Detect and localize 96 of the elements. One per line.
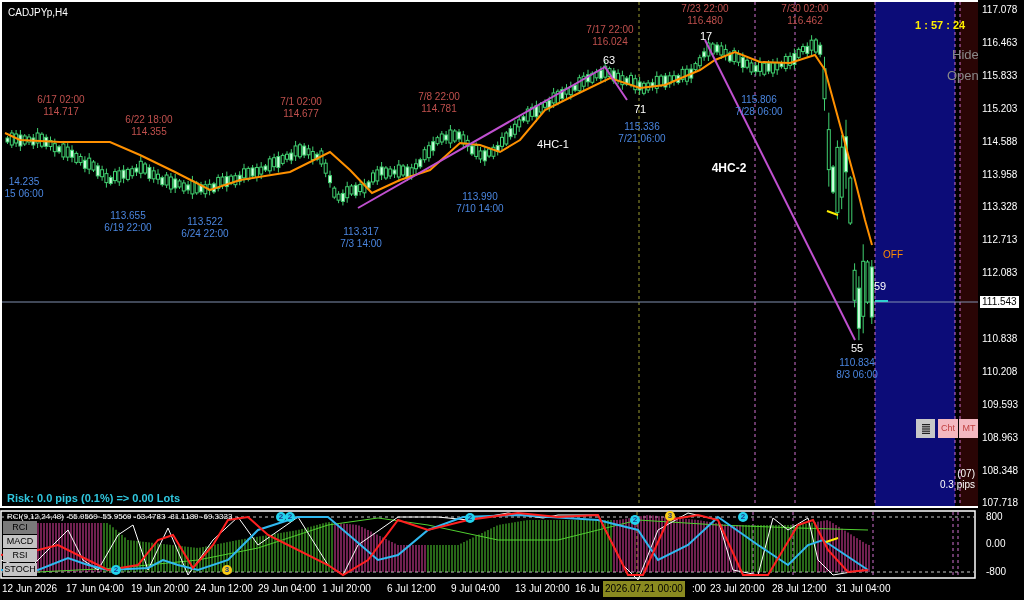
current-price-label: 111.543 xyxy=(980,296,1019,308)
toolbar-button[interactable]: MT xyxy=(959,419,978,438)
price-label: 110.208 xyxy=(981,366,1019,378)
time-label: 28 Jul 12:00 xyxy=(772,584,827,594)
swing-date: 7/21 06:00 xyxy=(618,133,666,145)
price-label: 110.838 xyxy=(981,333,1019,345)
spread-code: (07) xyxy=(957,468,975,479)
time-label: 24 Jun 12:00 xyxy=(195,584,253,594)
swing-price: 113.317 xyxy=(343,226,379,238)
swing-date: 6/22 18:00 xyxy=(125,114,173,126)
spread-value: 0.3 pips xyxy=(939,479,975,490)
status-label: OFF xyxy=(883,250,903,260)
price-label: 112.713 xyxy=(981,234,1019,246)
signal-marker: 3 xyxy=(222,565,232,575)
cursor-time-label: 2026.07.21 00:00 xyxy=(603,581,685,597)
risk-summary: Risk: 0.0 pips (0.1%) => 0.00 Lots xyxy=(7,493,180,504)
swing-price: 113.655 xyxy=(110,210,146,222)
price-label: 108.348 xyxy=(981,465,1020,477)
swing-date: 7/3 14:00 xyxy=(340,238,382,250)
swing-date: 7/8 22:00 xyxy=(418,91,460,103)
swing-date: 7/17 22:00 xyxy=(586,24,634,36)
swing-date: 8/3 06:00 xyxy=(836,369,878,381)
indicator-scale-label: 800 xyxy=(986,511,1003,523)
signal-marker: 2 xyxy=(630,515,640,525)
price-label: 116.463 xyxy=(981,37,1019,49)
indicator-tab[interactable]: STOCH xyxy=(3,563,37,576)
time-label: 29 Jun 04:00 xyxy=(258,584,316,594)
price-label: 117.078 xyxy=(981,4,1019,16)
signal-marker: 2 xyxy=(738,512,748,522)
signal-marker: 3 xyxy=(665,511,675,521)
wave-count: 71 xyxy=(633,104,647,115)
indicator-legend: RCI(9,12,24,48) -55.9569 -55.9569 -63.4783 -81.1189 -69.3333 xyxy=(7,513,233,521)
price-label: 114.588 xyxy=(981,136,1019,148)
list-icon xyxy=(920,422,931,435)
time-label: 9 Jul 04:00 xyxy=(451,584,500,594)
swing-date: 6/17 02:00 xyxy=(37,94,85,106)
pattern-label: 4HC-2 xyxy=(711,162,747,174)
time-label: 31 Jul 04:00 xyxy=(836,584,891,594)
time-label: 13 Jul 20:00 xyxy=(515,584,570,594)
marker-line xyxy=(826,210,839,216)
wave-count: 17 xyxy=(699,31,713,42)
price-label: 109.593 xyxy=(981,399,1020,411)
toolbar-button[interactable]: Cht xyxy=(938,419,958,438)
indicator-tab[interactable]: MACD xyxy=(3,535,37,548)
time-label: 23 Jul 20:00 xyxy=(710,584,765,594)
swing-price: 116.024 xyxy=(592,36,628,48)
time-label: 17 Jun 04:00 xyxy=(66,584,124,594)
swing-price: 114.781 xyxy=(421,103,457,115)
time-label: 1 Jul 20:00 xyxy=(322,584,371,594)
swing-price: 116.480 xyxy=(687,15,723,27)
price-label: 113.328 xyxy=(981,201,1019,213)
swing-price: 114.717 xyxy=(43,106,79,118)
marker-line xyxy=(825,537,839,543)
swing-date: 7/23 22:00 xyxy=(681,3,729,15)
price-label: 115.203 xyxy=(981,103,1019,115)
swing-price: 113.522 xyxy=(187,216,223,228)
bid-line xyxy=(874,300,889,302)
swing-date: 6/19 22:00 xyxy=(104,222,152,234)
signal-marker: 2 xyxy=(285,512,295,522)
wave-count: 63 xyxy=(602,55,616,66)
wave-count: 59 xyxy=(873,281,887,292)
swing-date: 7/1 02:00 xyxy=(280,96,322,108)
swing-date: 15 06:00 xyxy=(4,188,44,200)
swing-date: 7/30 02:00 xyxy=(781,3,829,15)
swing-price: 114.355 xyxy=(131,126,167,138)
swing-price: 114.677 xyxy=(283,108,319,120)
time-label: 6 Jul 12:00 xyxy=(387,584,436,594)
signal-marker: 2 xyxy=(111,565,121,575)
list-button[interactable] xyxy=(916,419,935,438)
swing-price: 115.806 xyxy=(741,94,777,106)
signal-marker: 2 xyxy=(276,512,286,522)
swing-date: 7/10 14:00 xyxy=(456,203,504,215)
pattern-label: 4HC-1 xyxy=(537,139,569,150)
price-label: 113.958 xyxy=(981,169,1019,181)
swing-price: 110.834 xyxy=(839,357,875,369)
time-label: 19 Jun 20:00 xyxy=(131,584,189,594)
wave-count: 55 xyxy=(850,343,864,354)
swing-price: 113.990 xyxy=(462,191,498,203)
price-label: 107.718 xyxy=(981,497,1020,509)
indicator-tab[interactable]: RCI xyxy=(3,521,37,534)
chart-title: CADJPYp,H4 xyxy=(8,8,68,18)
price-label: 108.963 xyxy=(981,432,1020,444)
countdown-timer: 1 : 57 : 24 xyxy=(915,20,966,31)
swing-price: 14.235 xyxy=(8,176,40,188)
signal-marker: 2 xyxy=(465,513,475,523)
price-label: 112.083 xyxy=(981,267,1019,279)
time-label: 12 Jun 2026 xyxy=(2,584,58,594)
swing-date: 6/24 22:00 xyxy=(181,228,229,240)
price-label: 115.833 xyxy=(981,70,1019,82)
indicator-scale-label: 0.00 xyxy=(986,538,1006,550)
time-label: :00 xyxy=(692,584,706,594)
swing-price: 115.336 xyxy=(624,121,660,133)
swing-price: 116.462 xyxy=(787,15,823,27)
time-label: 16 Ju xyxy=(575,584,600,594)
indicator-scale-label: -800 xyxy=(986,566,1006,578)
indicator-tab[interactable]: RSI xyxy=(3,549,37,562)
